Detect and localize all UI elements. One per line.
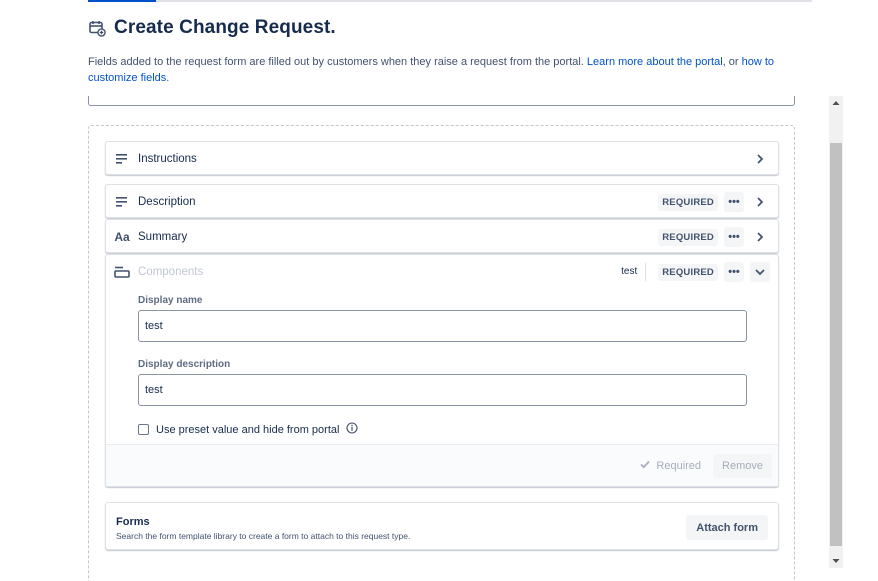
info-icon[interactable] xyxy=(346,422,358,437)
checkmark-icon[interactable] xyxy=(640,460,651,472)
required-badge: REQUIRED xyxy=(658,193,718,211)
display-name-input[interactable]: test xyxy=(138,310,747,342)
field-label-components: Components xyxy=(138,266,204,278)
chevron-right-icon[interactable] xyxy=(750,227,770,247)
field-card-instructions[interactable]: Instructions xyxy=(105,141,779,175)
required-option: Required xyxy=(640,460,701,472)
description-text-end: . xyxy=(166,72,170,84)
chevron-right-icon[interactable] xyxy=(750,192,770,212)
description-text-joiner: , or xyxy=(722,56,742,68)
more-actions-button[interactable]: ••• xyxy=(724,262,744,282)
required-badge: REQUIRED xyxy=(658,263,718,281)
chevron-right-icon[interactable] xyxy=(750,149,770,169)
calendar-plus-icon xyxy=(88,19,106,37)
preset-hide-label: Use preset value and hide from portal xyxy=(156,423,340,436)
scroll-up-arrow-icon[interactable] xyxy=(829,96,843,110)
required-badge: REQUIRED xyxy=(658,228,718,246)
scrollbar-thumb[interactable] xyxy=(830,143,842,546)
previous-section-edge xyxy=(88,96,795,106)
page-title: Create Change Request. xyxy=(114,17,336,38)
request-form-editor: Instructions Description REQUIRED ••• Aa… xyxy=(88,96,795,581)
field-label-description: Description xyxy=(138,196,196,208)
display-name-label: Display name xyxy=(138,295,203,306)
preset-value-option: Use preset value and hide from portal xyxy=(138,422,358,437)
learn-more-portal-link[interactable]: Learn more about the portal xyxy=(587,56,723,68)
preset-value: test xyxy=(621,263,647,281)
active-tab-indicator xyxy=(88,0,156,2)
remove-field-button[interactable]: Remove xyxy=(713,453,772,478)
forms-title: Forms xyxy=(116,516,150,528)
more-actions-button[interactable]: ••• xyxy=(724,192,744,212)
attach-form-button[interactable]: Attach form xyxy=(686,515,768,540)
text-format-icon: Aa xyxy=(114,230,130,244)
text-lines-icon xyxy=(106,154,138,164)
display-description-label: Display description xyxy=(138,359,231,370)
text-lines-icon xyxy=(106,197,138,207)
vertical-scrollbar[interactable] xyxy=(829,96,843,568)
required-checkbox-label: Required xyxy=(656,459,702,472)
chevron-down-icon[interactable] xyxy=(750,262,770,282)
top-tab-line xyxy=(88,0,812,2)
field-label-summary: Summary xyxy=(138,231,188,243)
scroll-down-arrow-icon[interactable] xyxy=(829,554,843,568)
forms-subtitle: Search the form template library to crea… xyxy=(116,531,411,541)
field-card-description[interactable]: Description REQUIRED ••• xyxy=(105,184,779,218)
preset-hide-checkbox[interactable] xyxy=(138,424,149,435)
forms-card: Forms Search the form template library t… xyxy=(105,502,779,550)
field-card-footer: Required Remove xyxy=(106,444,778,486)
component-box-icon xyxy=(106,266,138,278)
field-card-summary[interactable]: Aa Summary REQUIRED ••• xyxy=(105,219,779,253)
more-actions-button[interactable]: ••• xyxy=(724,227,744,247)
page-header: Create Change Request. xyxy=(88,17,336,39)
field-label-instructions: Instructions xyxy=(138,153,197,165)
field-card-components: Components test REQUIRED ••• Display nam… xyxy=(105,254,779,487)
page-description: Fields added to the request form are fil… xyxy=(88,54,798,86)
fields-dropzone: Instructions Description REQUIRED ••• Aa… xyxy=(88,125,795,581)
description-text: Fields added to the request form are fil… xyxy=(88,56,587,68)
display-description-input[interactable]: test xyxy=(138,374,747,406)
